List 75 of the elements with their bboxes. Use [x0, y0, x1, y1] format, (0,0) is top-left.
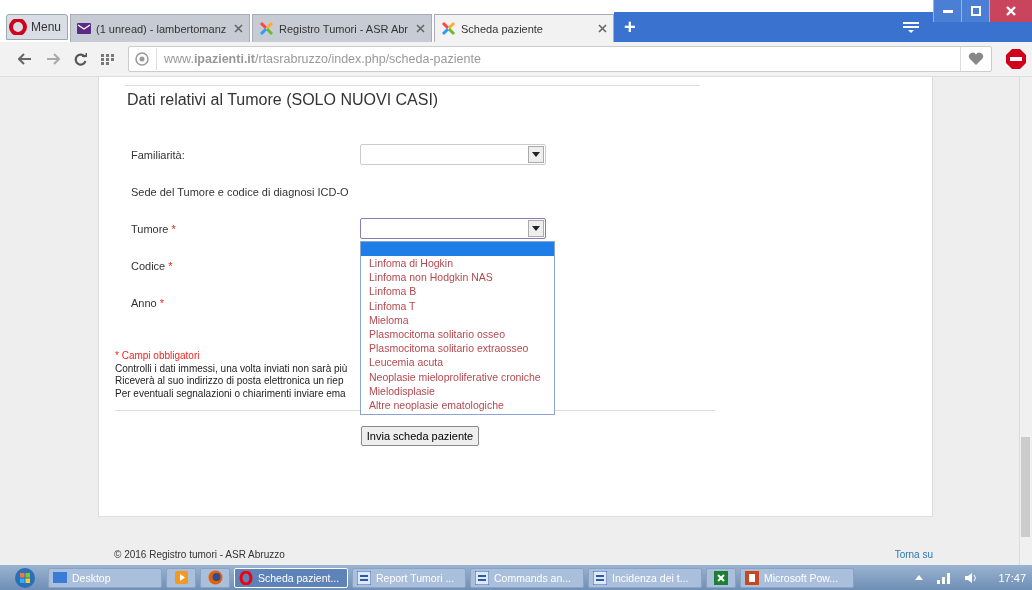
show-hidden-icons-icon[interactable]: [915, 575, 924, 580]
colorful-logo-icon: [441, 21, 457, 36]
taskbar-icon[interactable]: [200, 567, 230, 588]
taskbar-icon[interactable]: [166, 567, 196, 588]
reload-icon[interactable]: [74, 52, 87, 66]
dropdown-option[interactable]: Leucemia acuta: [361, 355, 554, 370]
dropdown-option[interactable]: Linfoma non Hodgkin NAS: [361, 270, 554, 285]
maximize-icon: [970, 6, 981, 16]
tab-title: (1 unread) - lambertomanz: [96, 22, 228, 35]
document-icon: [475, 570, 489, 585]
stop-sign-icon[interactable]: [1006, 49, 1026, 69]
play-icon: [174, 571, 188, 584]
note-text: Controlli i dati immessi, una volta inviati non sarà più: [115, 362, 348, 375]
opera-logo-icon: [9, 19, 27, 35]
opera-logo-icon: [239, 570, 253, 585]
address-bar[interactable]: www.ipazienti.it/rtasrabruzzo/index.php/scheda-paziente: [128, 46, 992, 72]
spreadsheet-icon: [714, 570, 728, 585]
close-icon[interactable]: [234, 24, 244, 33]
dropdown-option[interactable]: Altre neoplasie ematologiche: [361, 398, 554, 413]
dropdown-option[interactable]: Mielodisplasie: [361, 383, 554, 399]
window-icon: [53, 572, 67, 583]
field-label: Familiarità:: [131, 148, 185, 161]
dropdown-option[interactable]: Linfoma B: [361, 284, 554, 299]
taskbar-icon[interactable]: [706, 567, 736, 588]
note-text: Riceverà al suo indirizzo di posta elettronica un riep: [115, 375, 344, 388]
close-icon: [1006, 6, 1016, 16]
field-label: Anno: [131, 296, 157, 309]
tab-title: Scheda paziente: [461, 22, 544, 35]
fox-globe-icon: [207, 570, 223, 585]
dropdown-option[interactable]: Plasmocitoma solitario extraosseo: [361, 341, 554, 356]
dropdown-option[interactable]: Mieloma: [361, 312, 554, 327]
taskbar-button[interactable]: Scheda pazient...: [234, 567, 348, 588]
field-label: Codice: [131, 259, 166, 272]
required-mark: *: [171, 222, 176, 235]
document-icon: [357, 570, 371, 585]
browser-tab[interactable]: (1 unread) - lambertomanz: [70, 14, 251, 42]
dropdown-field[interactable]: [360, 218, 546, 239]
dropdown-option[interactable]: Linfoma di Hogkin: [361, 256, 554, 271]
dropdown-option[interactable]: Linfoma T: [361, 298, 554, 313]
note-text: Per eventuali segnalazioni o chiarimenti inviare ema: [115, 387, 346, 400]
field-label: Tumore: [131, 222, 169, 235]
envelope-icon: [77, 23, 92, 34]
new-tab-button[interactable]: +: [614, 15, 646, 39]
field-label: Sede del Tumore e codice di diagnosi ICD-O: [131, 185, 350, 198]
required-note: * Campi obbligatori: [115, 350, 200, 363]
back-icon[interactable]: [18, 53, 32, 65]
back-to-top-link[interactable]: Torna su: [894, 549, 933, 560]
grid-icon[interactable]: [101, 53, 114, 65]
menu-button[interactable]: Menu: [6, 14, 69, 40]
dropdown-option[interactable]: Plasmocitoma solitario osseo: [361, 327, 554, 342]
submit-button[interactable]: Invia scheda paziente: [360, 426, 480, 446]
required-mark: *: [159, 296, 164, 309]
maximize-button[interactable]: [961, 0, 989, 22]
close-icon[interactable]: [416, 24, 426, 33]
network-icon[interactable]: [937, 571, 952, 584]
dropdown-option[interactable]: Neoplasie mieloproliferative croniche: [361, 369, 554, 384]
required-mark: *: [168, 259, 173, 272]
colorful-logo-icon: [259, 21, 275, 36]
close-window-button[interactable]: [989, 0, 1032, 22]
scrollbar[interactable]: [1019, 77, 1032, 565]
copyright-text: © 2016 Registro tumori - ASR Abruzzo: [114, 549, 285, 560]
dropdown-field[interactable]: [360, 144, 546, 165]
forward-icon[interactable]: [46, 53, 60, 65]
presentation-icon: [745, 570, 759, 585]
url-text: www.ipazienti.it/rtasrabruzzo/index.php/scheda-paziente: [164, 52, 481, 66]
close-icon[interactable]: [598, 24, 608, 33]
tab-title: Registro Tumori - ASR Abr: [279, 22, 410, 35]
globe-icon: [135, 52, 149, 66]
section-heading: Dati relativi al Tumore (SOLO NUOVI CASI): [127, 91, 440, 109]
browser-tab[interactable]: Scheda paziente: [434, 14, 615, 42]
start-button[interactable]: [14, 566, 36, 589]
minimize-button[interactable]: [933, 0, 961, 22]
browser-tab[interactable]: Registro Tumori - ASR Abr: [252, 14, 433, 42]
tab-menu-icon[interactable]: [903, 21, 919, 33]
document-icon: [593, 570, 607, 585]
